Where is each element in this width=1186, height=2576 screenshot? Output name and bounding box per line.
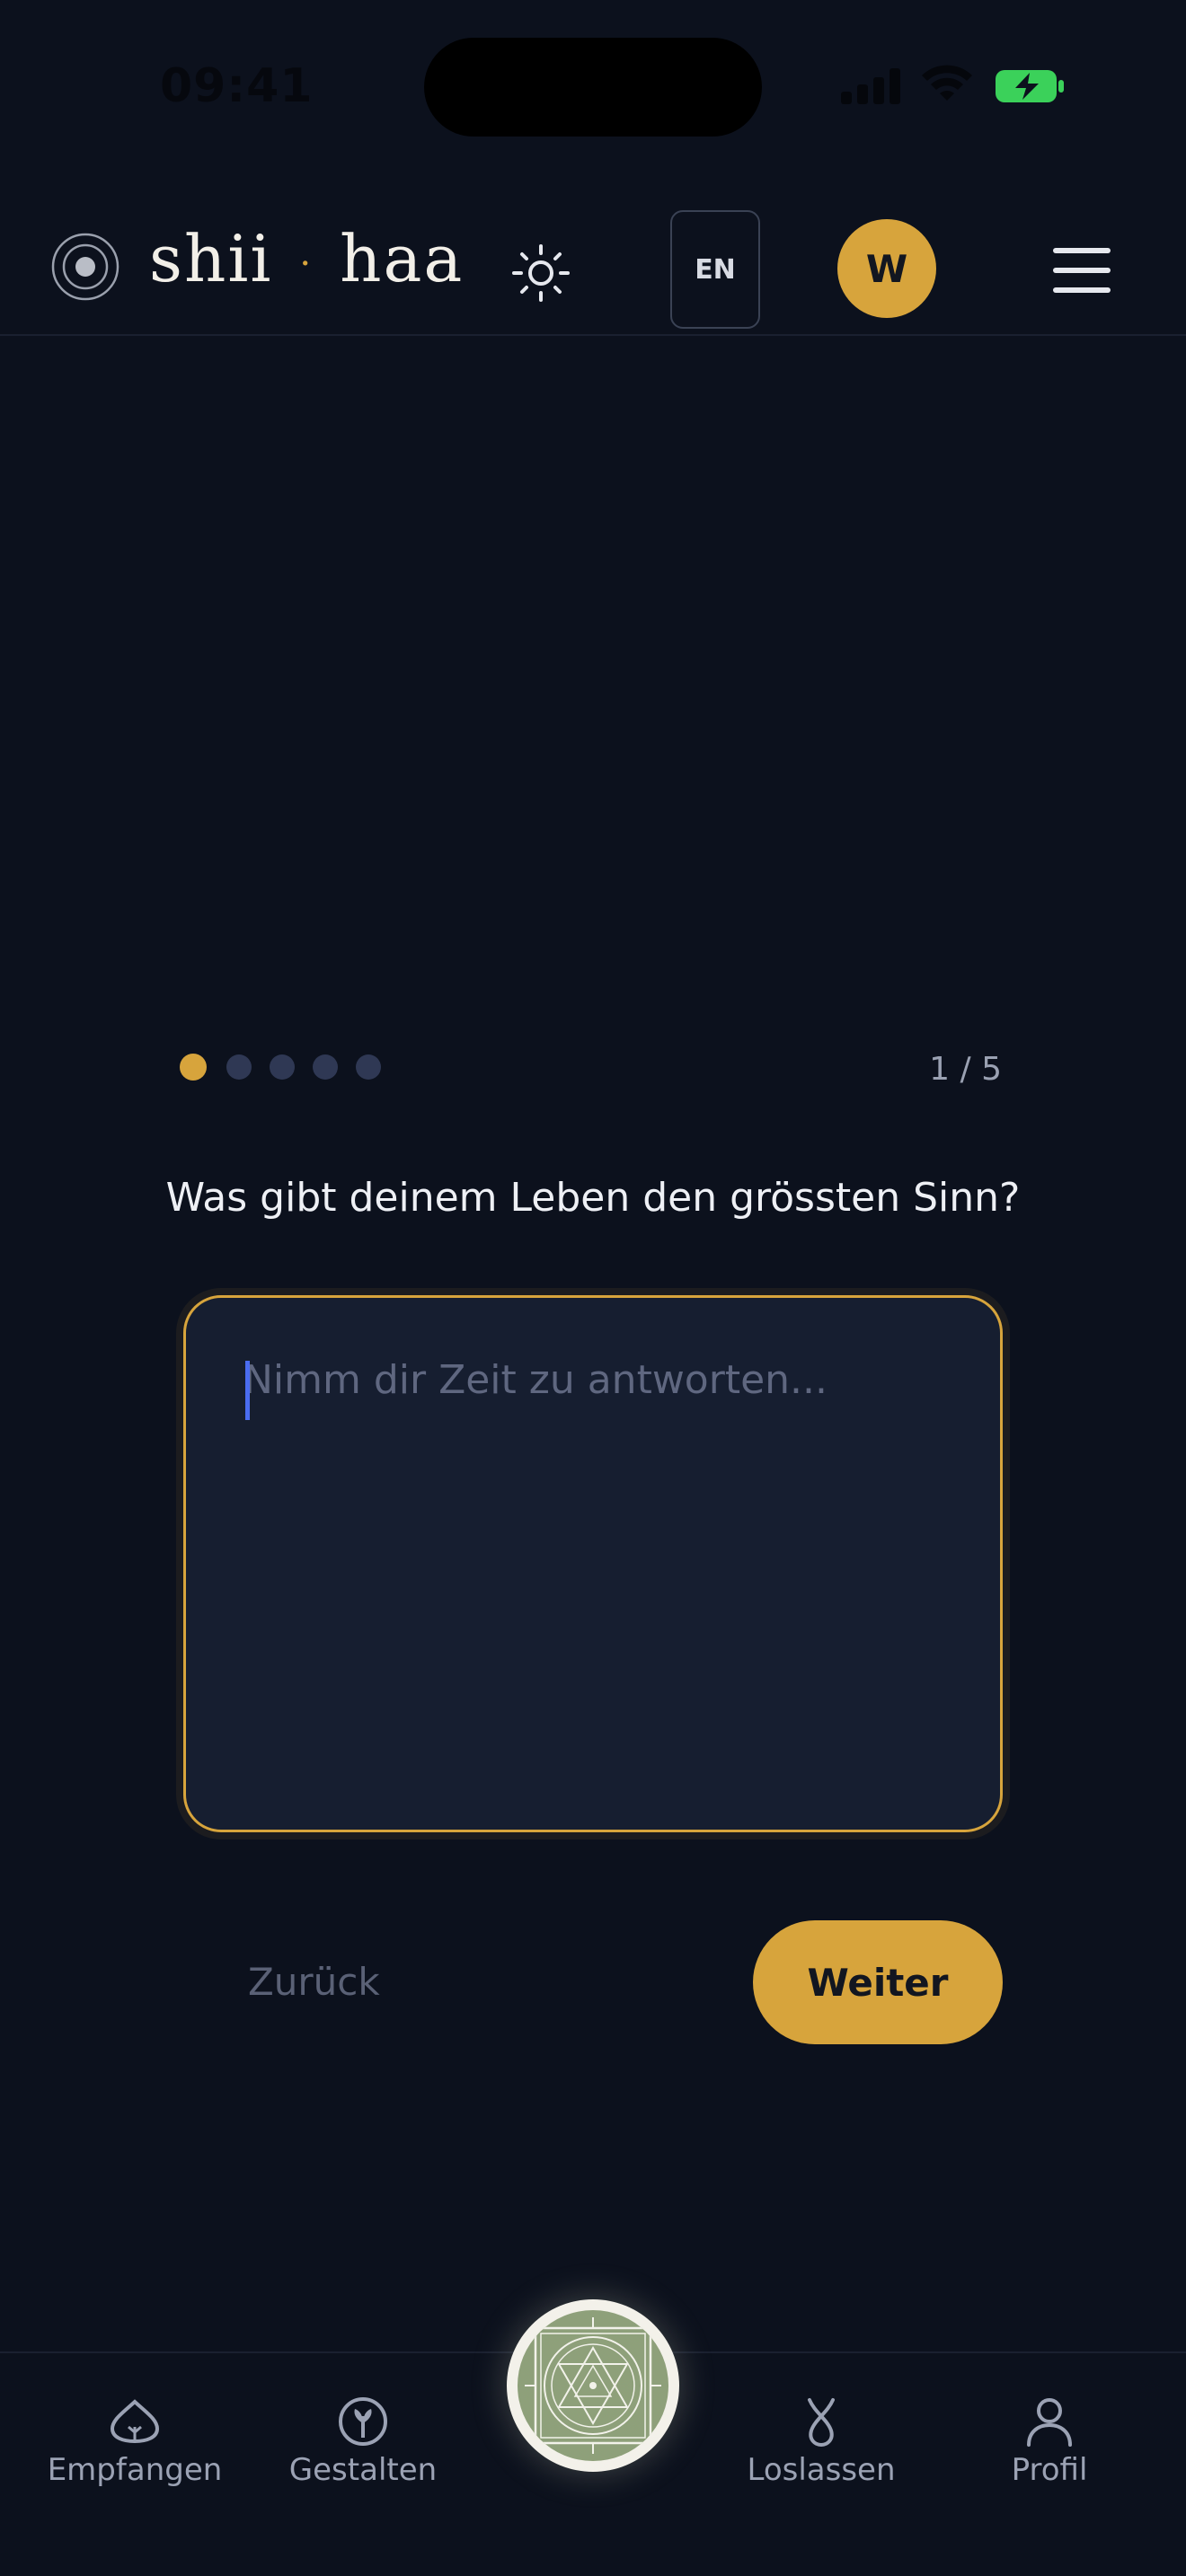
logo-text-right: haa — [340, 221, 465, 296]
avatar[interactable]: W — [837, 219, 936, 318]
step-dot — [356, 1054, 381, 1080]
nav-label: Empfangen — [47, 2452, 223, 2488]
step-dot — [270, 1054, 295, 1080]
status-bar: 09:41 — [0, 0, 1186, 171]
language-toggle-button[interactable]: EN — [670, 210, 760, 329]
step-dot — [226, 1054, 252, 1080]
center-home-button[interactable] — [507, 2299, 679, 2472]
battery-charging-icon — [996, 70, 1064, 102]
dynamic-island — [424, 38, 762, 137]
nav-item-loslassen[interactable]: Loslassen — [722, 2380, 920, 2515]
logo-separator: · — [299, 243, 314, 285]
logo-wordmark[interactable]: shii · haa — [149, 221, 464, 296]
nav-label: Loslassen — [747, 2452, 896, 2488]
answer-field-container — [183, 1295, 1003, 1832]
screen: 09:41 shii · haa EN W 1 / 5 Was gibt dei… — [0, 0, 1186, 2576]
step-dot-active — [180, 1054, 207, 1081]
text-caret — [245, 1361, 250, 1420]
step-dot — [313, 1054, 338, 1080]
yantra-mandala-icon — [518, 2310, 668, 2461]
sprout-icon — [339, 2397, 387, 2446]
sun-icon[interactable] — [510, 243, 571, 304]
app-header: shii · haa EN W — [0, 171, 1186, 336]
signal-icon — [841, 68, 902, 104]
logo-icon — [51, 233, 119, 301]
back-button[interactable]: Zurück — [248, 1960, 380, 2004]
question-text: Was gibt deinem Leben den grössten Sinn? — [165, 1175, 1021, 1221]
status-time: 09:41 — [160, 59, 314, 113]
next-button[interactable]: Weiter — [753, 1920, 1003, 2044]
nav-label: Gestalten — [288, 2452, 438, 2488]
nav-item-gestalten[interactable]: Gestalten — [264, 2380, 462, 2515]
answer-textarea[interactable] — [186, 1298, 1000, 1830]
lotus-icon — [110, 2399, 160, 2444]
nav-item-empfangen[interactable]: Empfangen — [36, 2380, 234, 2515]
step-indicator — [180, 1054, 395, 1081]
hamburger-menu-icon[interactable] — [1053, 248, 1111, 293]
user-icon — [1027, 2398, 1072, 2447]
nav-label: Profil — [1011, 2452, 1088, 2488]
release-icon — [808, 2398, 835, 2447]
step-counter: 1 / 5 — [929, 1051, 1002, 1088]
wifi-icon — [922, 65, 972, 101]
nav-item-profil[interactable]: Profil — [951, 2380, 1148, 2515]
logo-text-left: shii — [149, 221, 273, 296]
